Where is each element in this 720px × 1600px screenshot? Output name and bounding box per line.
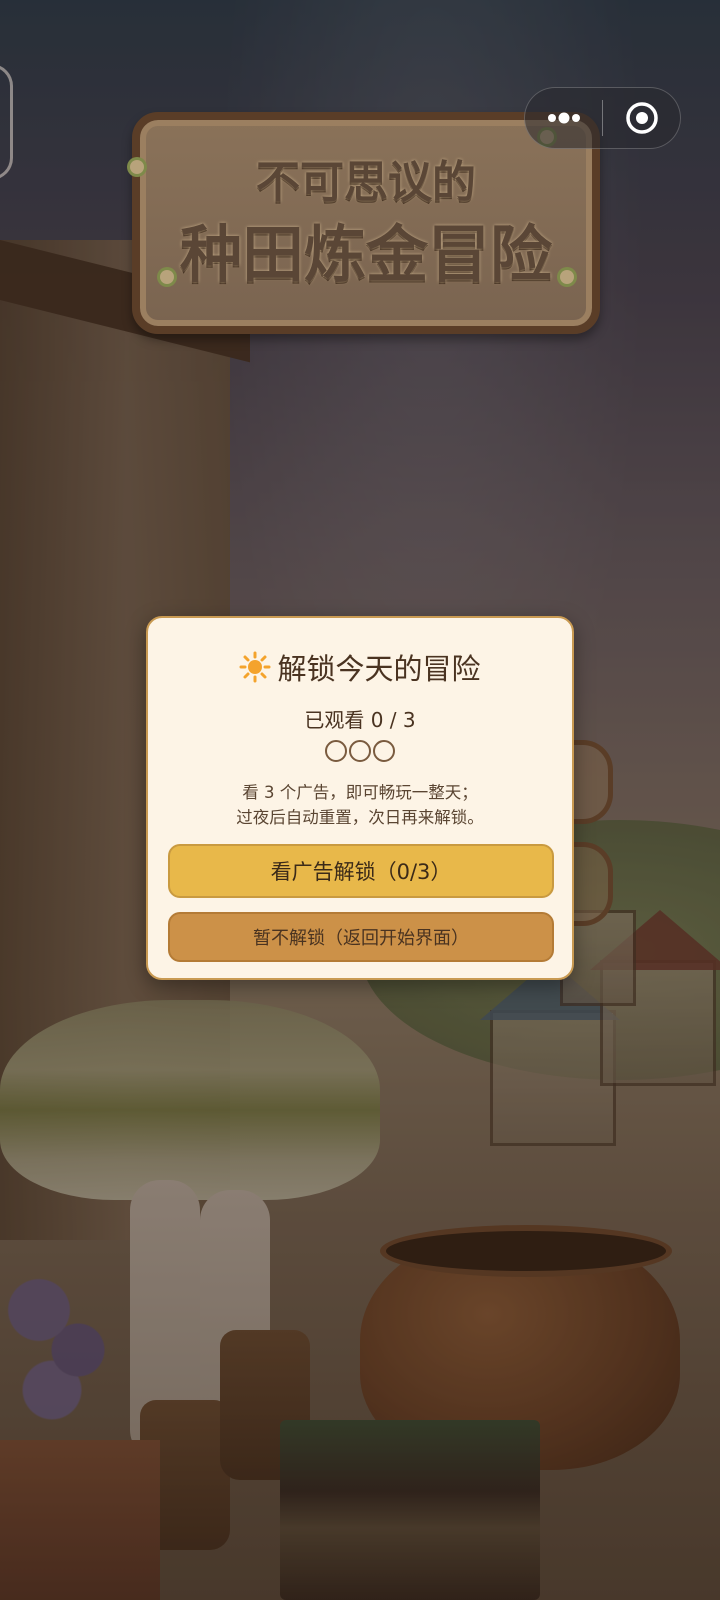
dialog-title: 解锁今天的冒险 <box>148 646 572 688</box>
unlock-dialog: 解锁今天的冒险 已观看 0 / 3 看 3 个广告，即可畅玩一整天； 过夜后自动… <box>146 616 574 980</box>
close-miniprogram-button[interactable] <box>603 88 680 148</box>
progress-dot <box>373 740 395 762</box>
description-line-1: 看 3 个广告，即可畅玩一整天； <box>242 783 478 802</box>
target-circle-icon <box>625 102 658 134</box>
sun-icon <box>239 651 271 683</box>
game-title-line2: 种田炼金冒险 <box>179 218 552 291</box>
progress-dot <box>325 740 347 762</box>
side-panel-handle[interactable] <box>0 64 13 180</box>
flower-decoration <box>560 270 574 284</box>
progress-dot <box>349 740 371 762</box>
skip-unlock-button[interactable]: 暂不解锁（返回开始界面） <box>168 912 554 962</box>
flower-decoration <box>130 160 144 174</box>
watch-ad-unlock-button[interactable]: 看广告解锁（0/3） <box>168 844 554 898</box>
dialog-title-text: 解锁今天的冒险 <box>277 652 481 686</box>
flower-decoration <box>160 270 174 284</box>
unlock-description: 看 3 个广告，即可畅玩一整天； 过夜后自动重置，次日再来解锁。 <box>148 780 572 830</box>
miniprogram-capsule <box>524 87 681 149</box>
game-title-line1: 不可思议的 <box>256 157 476 208</box>
more-menu-button[interactable] <box>525 88 602 148</box>
watch-progress-text: 已观看 0 / 3 <box>304 708 416 732</box>
description-line-2: 过夜后自动重置，次日再来解锁。 <box>236 808 484 827</box>
watch-progress-dots <box>148 740 572 762</box>
more-dots-icon <box>547 112 580 124</box>
